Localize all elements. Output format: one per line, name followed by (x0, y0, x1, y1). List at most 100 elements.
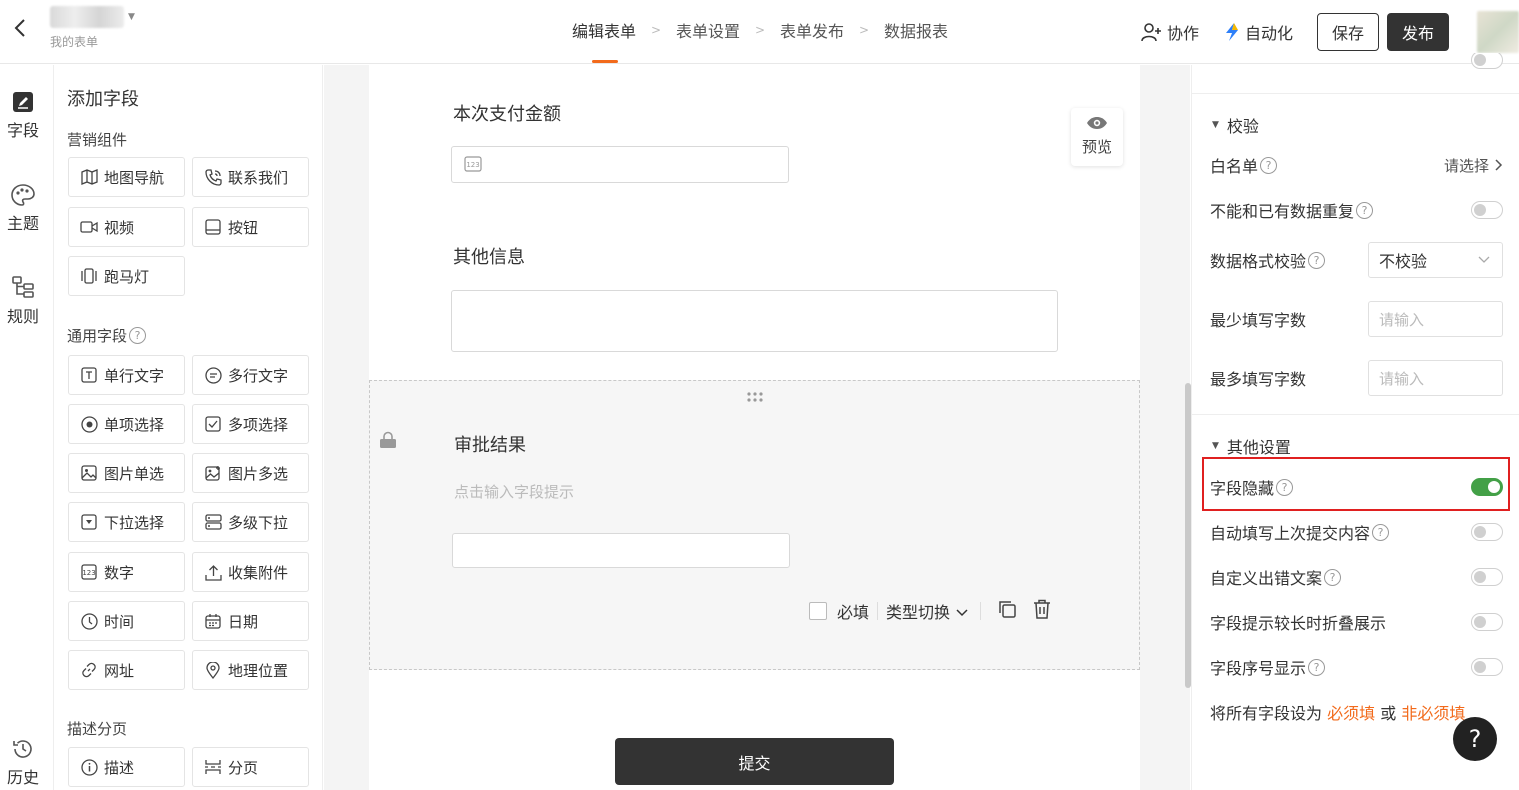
max-chars-label: 最多填写字数 (1210, 370, 1307, 389)
format-check-select[interactable]: 不校验 (1368, 242, 1503, 278)
help-circle-icon[interactable]: ? (1308, 658, 1326, 676)
divider (980, 602, 981, 620)
toggle-no-dup[interactable] (1471, 201, 1503, 219)
copy-icon[interactable] (997, 599, 1017, 623)
help-button[interactable]: ? (1453, 717, 1497, 761)
calendar-icon (204, 612, 222, 630)
toggle-autofill[interactable] (1471, 523, 1503, 541)
show-index-label: 字段序号显示 (1210, 659, 1307, 678)
field-dropdown[interactable]: 下拉选择 (68, 502, 185, 542)
custom-err-label: 自定义出错文案 (1210, 569, 1323, 588)
field-video[interactable]: 视频 (68, 207, 185, 247)
step-edit-form[interactable]: 编辑表单 (572, 18, 636, 63)
toggle-custom-error[interactable] (1471, 568, 1503, 586)
field-button[interactable]: 按钮 (192, 207, 309, 247)
caret-down-icon[interactable]: ▼ (128, 12, 135, 22)
toggle-show-index[interactable] (1471, 658, 1503, 676)
field-label: 图片多选 (228, 464, 289, 483)
field-location[interactable]: 地理位置 (192, 650, 309, 690)
set-all-required-link[interactable]: 必须填 (1327, 704, 1375, 723)
publish-button[interactable]: 发布 (1387, 13, 1449, 51)
field-single-choice[interactable]: 单项选择 (68, 404, 185, 444)
automation-button[interactable]: 自动化 (1223, 20, 1293, 44)
help-circle-icon[interactable]: ? (1324, 568, 1342, 586)
field-attachment[interactable]: 收集附件 (192, 552, 309, 592)
rail-history-label: 历史 (6, 768, 39, 787)
help-circle-icon[interactable]: ? (1356, 201, 1374, 219)
checkbox-icon (204, 415, 222, 433)
form-subtitle: 我的表单 (50, 35, 99, 49)
button-icon (204, 218, 222, 236)
setting-format-check: 数据格式校验? 不校验 (1210, 242, 1503, 278)
field-description[interactable]: 描述 (68, 747, 185, 787)
help-circle-icon[interactable]: ? (1372, 523, 1390, 541)
help-circle-icon[interactable]: ? (1308, 251, 1326, 269)
min-chars-input[interactable]: 请输入 (1368, 301, 1503, 337)
phone-icon (204, 168, 222, 186)
submit-button[interactable]: 提交 (615, 738, 894, 785)
section-validate[interactable]: ▼ 校验 (1212, 113, 1259, 137)
field-image-single[interactable]: 图片单选 (68, 453, 185, 493)
help-circle-icon[interactable]: ? (129, 327, 147, 344)
trash-icon[interactable] (1033, 599, 1051, 623)
field-multi-choice[interactable]: 多项选择 (192, 404, 309, 444)
avatar[interactable] (1477, 11, 1519, 53)
edit-icon (13, 92, 33, 112)
field-single-text[interactable]: 单行文字 (68, 355, 185, 395)
approval-result-input[interactable] (452, 533, 790, 568)
preview-button[interactable]: 预览 (1071, 108, 1123, 166)
field-date[interactable]: 日期 (192, 601, 309, 641)
max-chars-input[interactable]: 请输入 (1368, 360, 1503, 396)
format-check-label: 数据格式校验 (1210, 252, 1307, 271)
add-user-icon (1141, 23, 1161, 42)
toggle-collapse-hint[interactable] (1471, 613, 1503, 631)
lock-icon (379, 431, 397, 453)
rail-rules[interactable]: 规则 (0, 275, 46, 327)
group-common: 通用字段? (67, 325, 147, 346)
step-form-publish[interactable]: 表单发布 (780, 18, 844, 42)
step-data-report[interactable]: 数据报表 (884, 18, 948, 42)
required-checkbox[interactable] (808, 602, 827, 620)
field-map-nav[interactable]: 地图导航 (68, 157, 185, 197)
setting-custom-error: 自定义出错文案? (1210, 565, 1503, 589)
rail-fields[interactable]: 字段 (0, 91, 46, 141)
field-time[interactable]: 时间 (68, 601, 185, 641)
back-icon[interactable] (14, 18, 34, 42)
field-label-approval[interactable]: 审批结果 (454, 431, 526, 457)
field-pagination[interactable]: 分页 (192, 747, 309, 787)
whitelist-select[interactable]: 请选择 (1444, 155, 1503, 176)
link-icon (80, 661, 98, 679)
chevron-right-icon: > (650, 23, 662, 37)
field-cascade[interactable]: 多级下拉 (192, 502, 309, 542)
field-multi-text[interactable]: 多行文字 (192, 355, 309, 395)
save-button[interactable]: 保存 (1317, 13, 1379, 51)
clock-icon (80, 612, 98, 630)
field-number[interactable]: 123 数字 (68, 552, 185, 592)
group-desc: 描述分页 (67, 720, 128, 738)
other-info-textarea[interactable] (451, 290, 1058, 352)
rail-history[interactable]: 历史 (0, 738, 46, 788)
divider (1192, 414, 1519, 415)
field-hint-placeholder[interactable]: 点击输入字段提示 (454, 481, 574, 502)
field-contact-us[interactable]: 联系我们 (192, 157, 309, 197)
toggle-partial[interactable] (1471, 53, 1503, 69)
help-circle-icon[interactable]: ? (1260, 156, 1278, 174)
map-icon (80, 168, 98, 186)
type-switch-dropdown[interactable]: 类型切换 (886, 599, 950, 623)
step-form-settings[interactable]: 表单设置 (676, 18, 740, 42)
collab-button[interactable]: 协作 (1141, 20, 1199, 44)
rail-theme[interactable]: 主题 (0, 184, 46, 234)
set-all-optional-link[interactable]: 非必须填 (1401, 704, 1465, 723)
section-other[interactable]: ▼ 其他设置 (1212, 434, 1291, 458)
group-marketing: 营销组件 (67, 131, 128, 149)
payment-amount-input[interactable]: 123 (451, 146, 789, 183)
field-actions: 必填 类型切换 (808, 599, 1051, 623)
field-url[interactable]: 网址 (68, 650, 185, 690)
format-check-value: 不校验 (1379, 252, 1428, 271)
drag-handle-icon[interactable] (746, 391, 764, 407)
form-name[interactable]: ▼ 我的表单 (50, 6, 135, 50)
selected-field-block[interactable]: 审批结果 点击输入字段提示 必填 类型切换 (369, 380, 1140, 670)
field-image-multi[interactable]: 图片多选 (192, 453, 309, 493)
field-marquee[interactable]: 跑马灯 (68, 256, 185, 296)
chevron-down-icon[interactable] (956, 602, 968, 621)
